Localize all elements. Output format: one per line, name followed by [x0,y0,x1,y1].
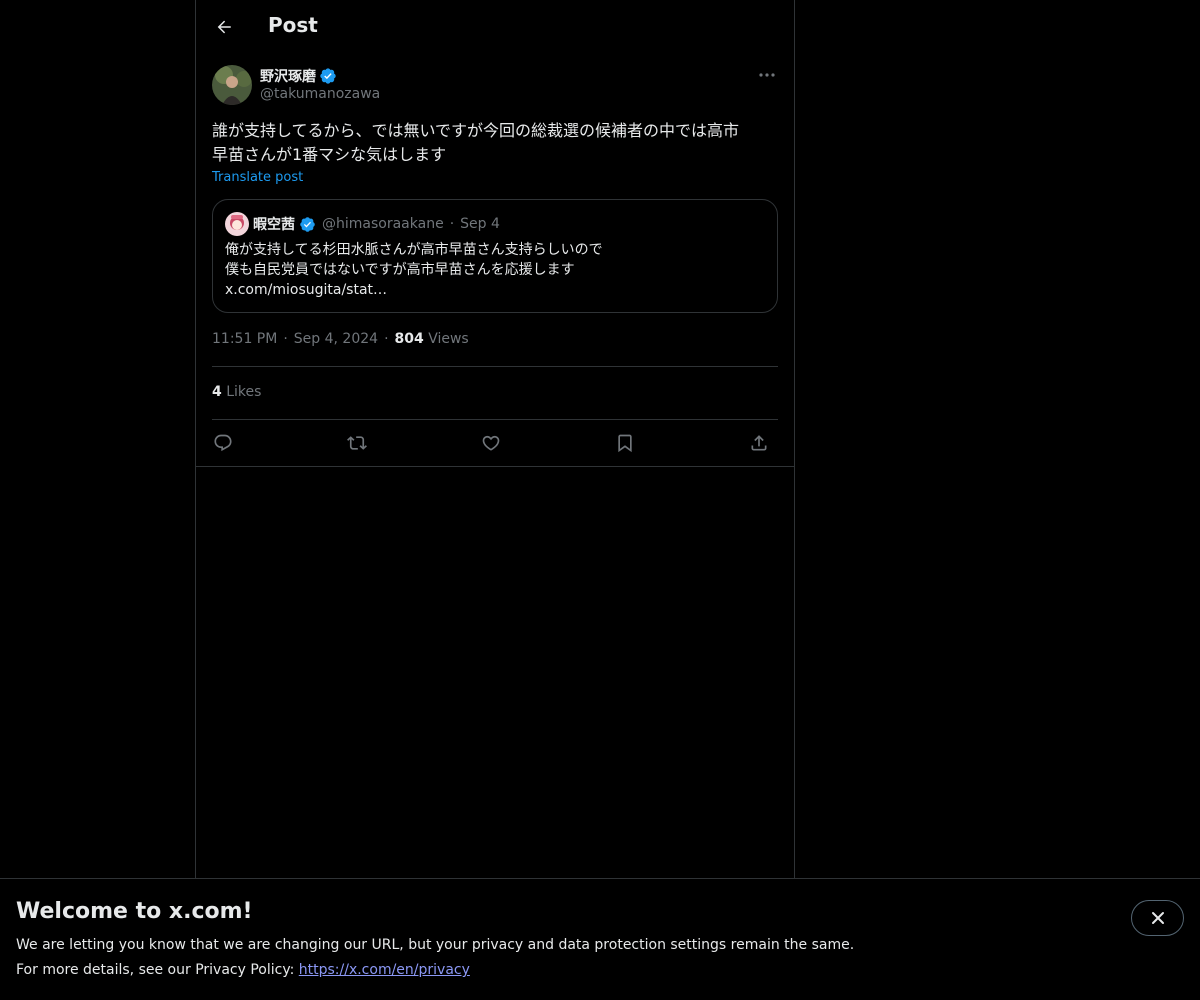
share-button[interactable] [748,432,770,454]
privacy-policy-link[interactable]: https://x.com/en/privacy [299,962,470,978]
banner-policy-text: For more details, see our Privacy Policy… [16,962,299,978]
quoted-text-line: 僕も自民党員ではないですが高市早苗さんを応援します [225,262,575,278]
post-text-line: 早苗さんが1番マシな気はします [212,145,447,164]
views-label: Views [428,331,469,347]
post-time[interactable]: 11:51 PM [212,331,277,347]
likes-count: 4 [212,384,222,400]
author-name-row[interactable]: 野沢琢磨 [260,66,337,86]
close-icon [1151,912,1164,924]
quoted-link[interactable]: x.com/miosugita/stat… [225,280,765,300]
post-date[interactable]: Sep 4, 2024 [294,331,378,347]
quoted-post-header: 暇空茜 @himasoraakane · Sep 4 [225,212,500,236]
reply-button[interactable] [212,432,234,454]
post-meta: 11:51 PM · Sep 4, 2024 · 804 Views [212,331,469,347]
quoted-post[interactable]: 暇空茜 @himasoraakane · Sep 4 俺が支持してる杉田水脈さん… [212,199,778,313]
action-bar [212,420,778,466]
page-title: Post [268,13,318,37]
reply-icon [214,434,232,452]
like-icon [482,435,500,451]
more-button[interactable] [756,65,778,85]
post-text: 誰が支持してるから、では無いですが今回の総裁選の候補者の中では高市 早苗さんが1… [212,119,780,167]
quoted-text: 俺が支持してる杉田水脈さんが高市早苗さん支持らしいので 僕も自民党員ではないです… [225,240,765,300]
author-handle[interactable]: @takumanozawa [260,86,380,102]
url-change-banner: Welcome to x.com! We are letting you kno… [0,878,1200,1000]
page-header: Post [196,0,794,54]
quoted-avatar [225,212,249,236]
back-arrow-icon [217,20,231,34]
repost-icon [347,436,367,450]
divider [212,366,778,367]
translate-post-link[interactable]: Translate post [212,170,303,185]
likes-stat[interactable]: 4 Likes [212,384,261,400]
separator-dot: · [449,216,455,232]
repost-button[interactable] [346,432,368,454]
like-button[interactable] [480,432,502,454]
banner-title: Welcome to x.com! [16,899,253,924]
quoted-date: Sep 4 [460,216,500,232]
verified-badge-icon [300,216,315,232]
share-icon [751,435,767,451]
post-author: 野沢琢磨 @takumanozawa [212,65,778,107]
quoted-text-line: 俺が支持してる杉田水脈さんが高市早苗さん支持らしいので [225,242,603,258]
quoted-author-name: 暇空茜 [253,217,295,233]
views-count: 804 [394,331,424,347]
likes-label: Likes [226,384,262,400]
verified-badge-icon [320,68,336,84]
back-button[interactable] [206,9,242,45]
author-name[interactable]: 野沢琢磨 [260,66,316,86]
separator-dot: · [384,331,389,347]
more-icon [759,73,775,77]
divider [196,466,794,467]
quoted-author-handle: @himasoraakane [322,216,444,232]
separator-dot: · [283,331,288,347]
banner-message: We are letting you know that we are chan… [16,937,855,953]
bookmark-icon [618,434,632,453]
banner-policy-line: For more details, see our Privacy Policy… [16,962,470,978]
post-text-line: 誰が支持してるから、では無いですが今回の総裁選の候補者の中では高市 [212,121,740,140]
bookmark-button[interactable] [614,432,636,454]
main-column: Post 野沢琢磨 @takumanozawa 誰が支持してるから、では無いです… [195,0,795,879]
close-banner-button[interactable] [1131,900,1184,936]
views: 804 Views [395,331,469,347]
avatar[interactable] [212,65,252,105]
